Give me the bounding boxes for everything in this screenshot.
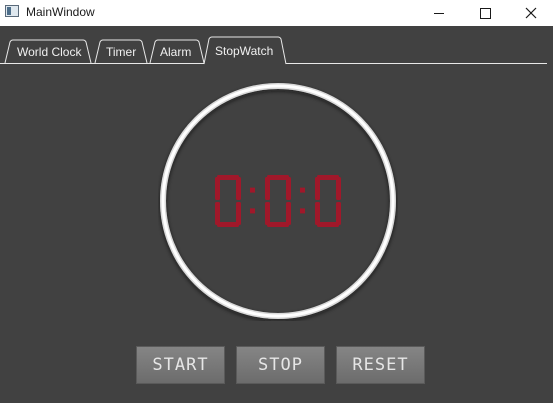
maximize-button[interactable]: [462, 0, 508, 26]
reset-button[interactable]: RESET: [336, 346, 425, 384]
digit-segment: [215, 177, 220, 200]
title-bar: MainWindow: [0, 0, 553, 26]
stopwatch-dial: [160, 83, 396, 319]
digit-segment: [265, 202, 270, 225]
digit-segment: [267, 175, 289, 180]
digit-segment: [317, 222, 339, 227]
tab-stopwatch[interactable]: StopWatch: [203, 36, 287, 65]
time-digit: [315, 175, 341, 227]
tab-alarm[interactable]: Alarm: [149, 39, 205, 64]
digit-segment: [236, 202, 241, 225]
digit-segment: [217, 175, 239, 180]
start-button[interactable]: START: [136, 346, 225, 384]
colon-dot: [300, 187, 305, 193]
digit-segment: [336, 202, 341, 225]
window-title: MainWindow: [26, 5, 95, 19]
digit-segment: [217, 222, 239, 227]
colon-dot: [300, 208, 305, 214]
digit-segment: [286, 177, 291, 200]
tab-timer-label: Timer: [106, 45, 137, 59]
dial-ring-highlight: [161, 84, 395, 318]
tab-world-clock[interactable]: World Clock: [4, 39, 92, 64]
tab-timer[interactable]: Timer: [94, 39, 148, 64]
time-display: [215, 175, 341, 227]
tab-alarm-label: Alarm: [160, 45, 192, 59]
maximize-icon: [479, 7, 491, 19]
digit-segment: [265, 177, 270, 200]
digit-segment: [315, 177, 320, 200]
main-panel: World Clock Timer Alarm StopWatch START …: [0, 26, 553, 403]
digit-segment: [286, 202, 291, 225]
close-icon: [525, 7, 537, 19]
time-digit: [265, 175, 291, 227]
digit-segment: [215, 202, 220, 225]
time-digit: [215, 175, 241, 227]
minimize-button[interactable]: [416, 0, 462, 26]
colon-dot: [250, 208, 255, 214]
close-button[interactable]: [508, 0, 553, 26]
tab-stopwatch-label: StopWatch: [215, 44, 274, 58]
digit-segment: [317, 175, 339, 180]
colon-dot: [250, 187, 255, 193]
minimize-icon: [434, 12, 444, 14]
digit-segment: [336, 177, 341, 200]
stop-button[interactable]: STOP: [236, 346, 325, 384]
app-window-icon: [5, 5, 19, 17]
digit-segment: [315, 202, 320, 225]
digit-segment: [267, 222, 289, 227]
tab-world-clock-label: World Clock: [17, 45, 82, 59]
digit-segment: [236, 177, 241, 200]
